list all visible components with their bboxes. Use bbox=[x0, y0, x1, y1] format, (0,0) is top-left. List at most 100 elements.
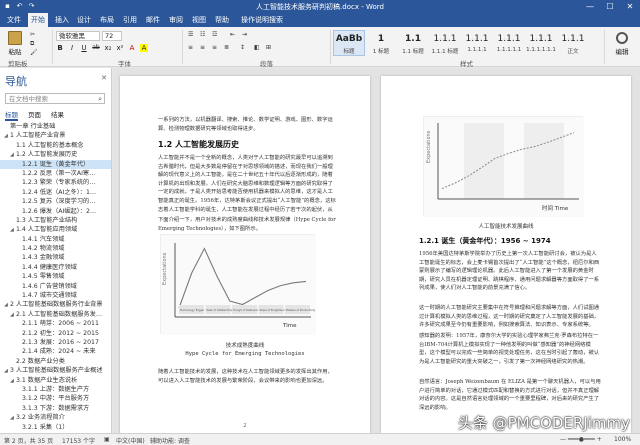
tell-me-search[interactable]: 操作说明搜索 bbox=[238, 13, 286, 27]
tab-view[interactable]: 视图 bbox=[189, 13, 209, 27]
page-left[interactable]: 一系列的方法，以机器翻译、搜索、推论、数学证明、游戏、图形、数字运算、检测物理数… bbox=[120, 76, 370, 433]
nav-heading-item[interactable]: 2.1.2 初生：2012 ~ 2015 bbox=[0, 329, 111, 338]
style-heading-5[interactable]: 1.1.1 1.1.1.1.1 bbox=[493, 30, 525, 56]
document-area[interactable]: 一系列的方法，以机器翻译、搜索、推论、数学证明、游戏、图形、数字运算、检测物理数… bbox=[113, 68, 640, 433]
nav-heading-item[interactable]: ◢ 2.1 人工智能基础数据服务发… bbox=[0, 310, 111, 319]
accessibility-indicator[interactable]: 辅助功能: 调查 bbox=[150, 436, 190, 445]
line-spacing-icon[interactable]: ↕ bbox=[240, 44, 245, 51]
strikethrough-button[interactable]: ab bbox=[92, 44, 100, 52]
superscript-button[interactable]: x² bbox=[116, 44, 124, 52]
tab-mailings[interactable]: 邮件 bbox=[143, 13, 163, 27]
proofing-icon[interactable]: ▣ bbox=[104, 436, 110, 443]
font-name-select[interactable]: 微软雅黑 bbox=[56, 31, 100, 41]
nav-heading-item[interactable]: 3.1.1 上游：数据生产方 bbox=[0, 385, 111, 394]
tab-design[interactable]: 设计 bbox=[74, 13, 94, 27]
style-normal[interactable]: 1.1.1 正文 bbox=[557, 30, 589, 56]
nav-heading-item[interactable]: 1.2.1 诞生（黄金年代） bbox=[0, 159, 111, 169]
nav-heading-item[interactable]: 2.1.4 成熟：2024 ~ 未来 bbox=[0, 347, 111, 356]
tab-home[interactable]: 开始 bbox=[28, 13, 48, 27]
separator bbox=[604, 30, 605, 64]
italic-button[interactable]: I bbox=[68, 44, 76, 52]
style-title[interactable]: AaBb 标题 bbox=[333, 30, 365, 56]
decrease-indent-icon[interactable]: ⇤ bbox=[230, 31, 235, 38]
minimize-button[interactable]: — bbox=[580, 0, 600, 13]
nav-heading-item[interactable]: ◢ 3.1 数据产业生态说析 bbox=[0, 376, 111, 385]
nav-heading-item[interactable]: 1.2.2 反思（第一次AI寒… bbox=[0, 169, 111, 178]
nav-heading-item[interactable]: 1.2.3 繁荣（专家系统的… bbox=[0, 178, 111, 187]
cut-icon[interactable]: ✂ bbox=[30, 31, 35, 38]
nav-heading-item[interactable]: ◢ 3 人工智能基础数据服务产业概述 bbox=[0, 366, 111, 375]
nav-search-input[interactable]: 在文档中搜索 ⌕ bbox=[5, 93, 105, 104]
nav-heading-item[interactable]: 1.1 人工智能的基本概念 bbox=[0, 141, 111, 150]
justify-icon[interactable]: ≣ bbox=[224, 44, 229, 51]
page-count[interactable]: 第 2 页，共 35 页 bbox=[4, 436, 53, 445]
borders-icon[interactable]: ⊞ bbox=[266, 44, 271, 51]
style-name: 1.1.1.1.1.1 bbox=[526, 47, 556, 53]
search-icon[interactable]: ⌕ bbox=[98, 94, 102, 104]
nav-heading-item[interactable]: 2.1.1 萌芽：2006 ~ 2011 bbox=[0, 319, 111, 328]
bullets-icon[interactable]: ☰ bbox=[188, 31, 193, 38]
align-center-icon[interactable]: ≡ bbox=[200, 44, 205, 51]
style-heading-4[interactable]: 1.1.1 1.1.1.1 bbox=[461, 30, 493, 56]
nav-tab-headings[interactable]: 标题 bbox=[5, 109, 18, 121]
bold-button[interactable]: B bbox=[56, 44, 64, 52]
nav-heading-item[interactable]: 1.4.3 金融领域 bbox=[0, 253, 111, 262]
nav-heading-item[interactable]: 第一章 行业基础 bbox=[0, 122, 111, 131]
zoom-slider[interactable]: — ━━━●━━━ + bbox=[560, 436, 602, 443]
close-button[interactable]: ✕ bbox=[620, 0, 640, 13]
page-right[interactable]: Expectations 时间 Time 人工智能技术发展曲线 1.2.1 诞生… bbox=[381, 76, 631, 433]
nav-heading-item[interactable]: 1.4.1 汽车领域 bbox=[0, 235, 111, 244]
nav-heading-item[interactable]: 1.4.2 物流领域 bbox=[0, 244, 111, 253]
language-indicator[interactable]: 中文(中国) bbox=[116, 436, 145, 445]
nav-heading-item[interactable]: 1.2.4 低迷（AI之冬）：1… bbox=[0, 188, 111, 197]
editing-button[interactable]: 编辑 bbox=[607, 30, 637, 56]
copy-icon[interactable]: ⧉ bbox=[30, 40, 34, 48]
nav-heading-item[interactable]: ◢ 2 人工智能基础数据服务行业背景 bbox=[0, 300, 111, 309]
tab-help[interactable]: 帮助 bbox=[212, 13, 232, 27]
nav-heading-item[interactable]: 1.4.7 城市交通领域 bbox=[0, 291, 111, 300]
nav-heading-item[interactable]: 2.2 数据产业分类 bbox=[0, 357, 111, 366]
maximize-button[interactable]: ☐ bbox=[600, 0, 620, 13]
style-heading-6[interactable]: 1.1.1 1.1.1.1.1.1 bbox=[525, 30, 557, 56]
nav-heading-item[interactable]: ◢ 1.4 人工智能应用领域 bbox=[0, 225, 111, 234]
nav-heading-item[interactable]: 1.4.5 零售领域 bbox=[0, 272, 111, 281]
align-left-icon[interactable]: ≡ bbox=[188, 44, 193, 51]
nav-heading-item[interactable]: ◢ 1.2 人工智能发展历史 bbox=[0, 150, 111, 159]
zoom-level[interactable]: 100% bbox=[614, 436, 631, 443]
nav-heading-item[interactable]: 1.4.6 广告营销领域 bbox=[0, 282, 111, 291]
nav-heading-item[interactable]: 1.3 人工智能产业结构 bbox=[0, 216, 111, 225]
align-right-icon[interactable]: ≡ bbox=[212, 44, 217, 51]
nav-heading-item[interactable]: 3.2.1 采集（1） bbox=[0, 423, 111, 432]
nav-heading-item[interactable]: ◢ 3.2 业务流程简介 bbox=[0, 413, 111, 422]
nav-tab-pages[interactable]: 页面 bbox=[28, 109, 41, 121]
tab-insert[interactable]: 插入 bbox=[52, 13, 72, 27]
nav-heading-item[interactable]: 3.1.2 中游：平台服务方 bbox=[0, 394, 111, 403]
font-color-button[interactable]: A bbox=[128, 44, 136, 52]
nav-heading-item[interactable]: ◢ 1 人工智能产业背景 bbox=[0, 131, 111, 140]
style-heading-1[interactable]: 1 1 标题 bbox=[365, 30, 397, 56]
nav-tab-results[interactable]: 结果 bbox=[51, 109, 64, 121]
nav-heading-item[interactable]: 3.1.3 下游：数据需求方 bbox=[0, 404, 111, 413]
font-size-select[interactable]: 72 bbox=[102, 31, 122, 41]
tab-layout[interactable]: 布局 bbox=[97, 13, 117, 27]
format-painter-icon[interactable]: 🖌 bbox=[30, 49, 38, 56]
increase-indent-icon[interactable]: ⇥ bbox=[242, 31, 247, 38]
subscript-button[interactable]: x₂ bbox=[104, 44, 112, 52]
nav-heading-item[interactable]: 1.4.4 健康医疗领域 bbox=[0, 263, 111, 272]
numbering-icon[interactable]: ☷ bbox=[200, 31, 205, 38]
nav-heading-item[interactable]: 1.2.6 爆发（AI崛起）：2… bbox=[0, 207, 111, 216]
paste-button[interactable]: 粘贴 bbox=[3, 30, 27, 58]
tab-references[interactable]: 引用 bbox=[120, 13, 140, 27]
tab-file[interactable]: 文件 bbox=[4, 13, 24, 27]
nav-heading-item[interactable]: 1.2.5 复苏（深度学习的… bbox=[0, 197, 111, 206]
style-heading-2[interactable]: 1.1 1.1 标题 bbox=[397, 30, 429, 56]
nav-close-icon[interactable]: ✕ bbox=[101, 74, 107, 82]
highlight-button[interactable]: A bbox=[140, 44, 148, 52]
multilevel-list-icon[interactable]: ☲ bbox=[212, 31, 217, 38]
style-heading-3[interactable]: 1.1.1 1.1.1 标题 bbox=[429, 30, 461, 56]
shading-icon[interactable]: ◧ bbox=[254, 44, 260, 51]
underline-button[interactable]: U bbox=[80, 44, 88, 52]
word-count[interactable]: 17153 个字 bbox=[62, 436, 95, 445]
nav-heading-item[interactable]: 2.1.3 发展：2016 ~ 2017 bbox=[0, 338, 111, 347]
tab-review[interactable]: 审阅 bbox=[166, 13, 186, 27]
